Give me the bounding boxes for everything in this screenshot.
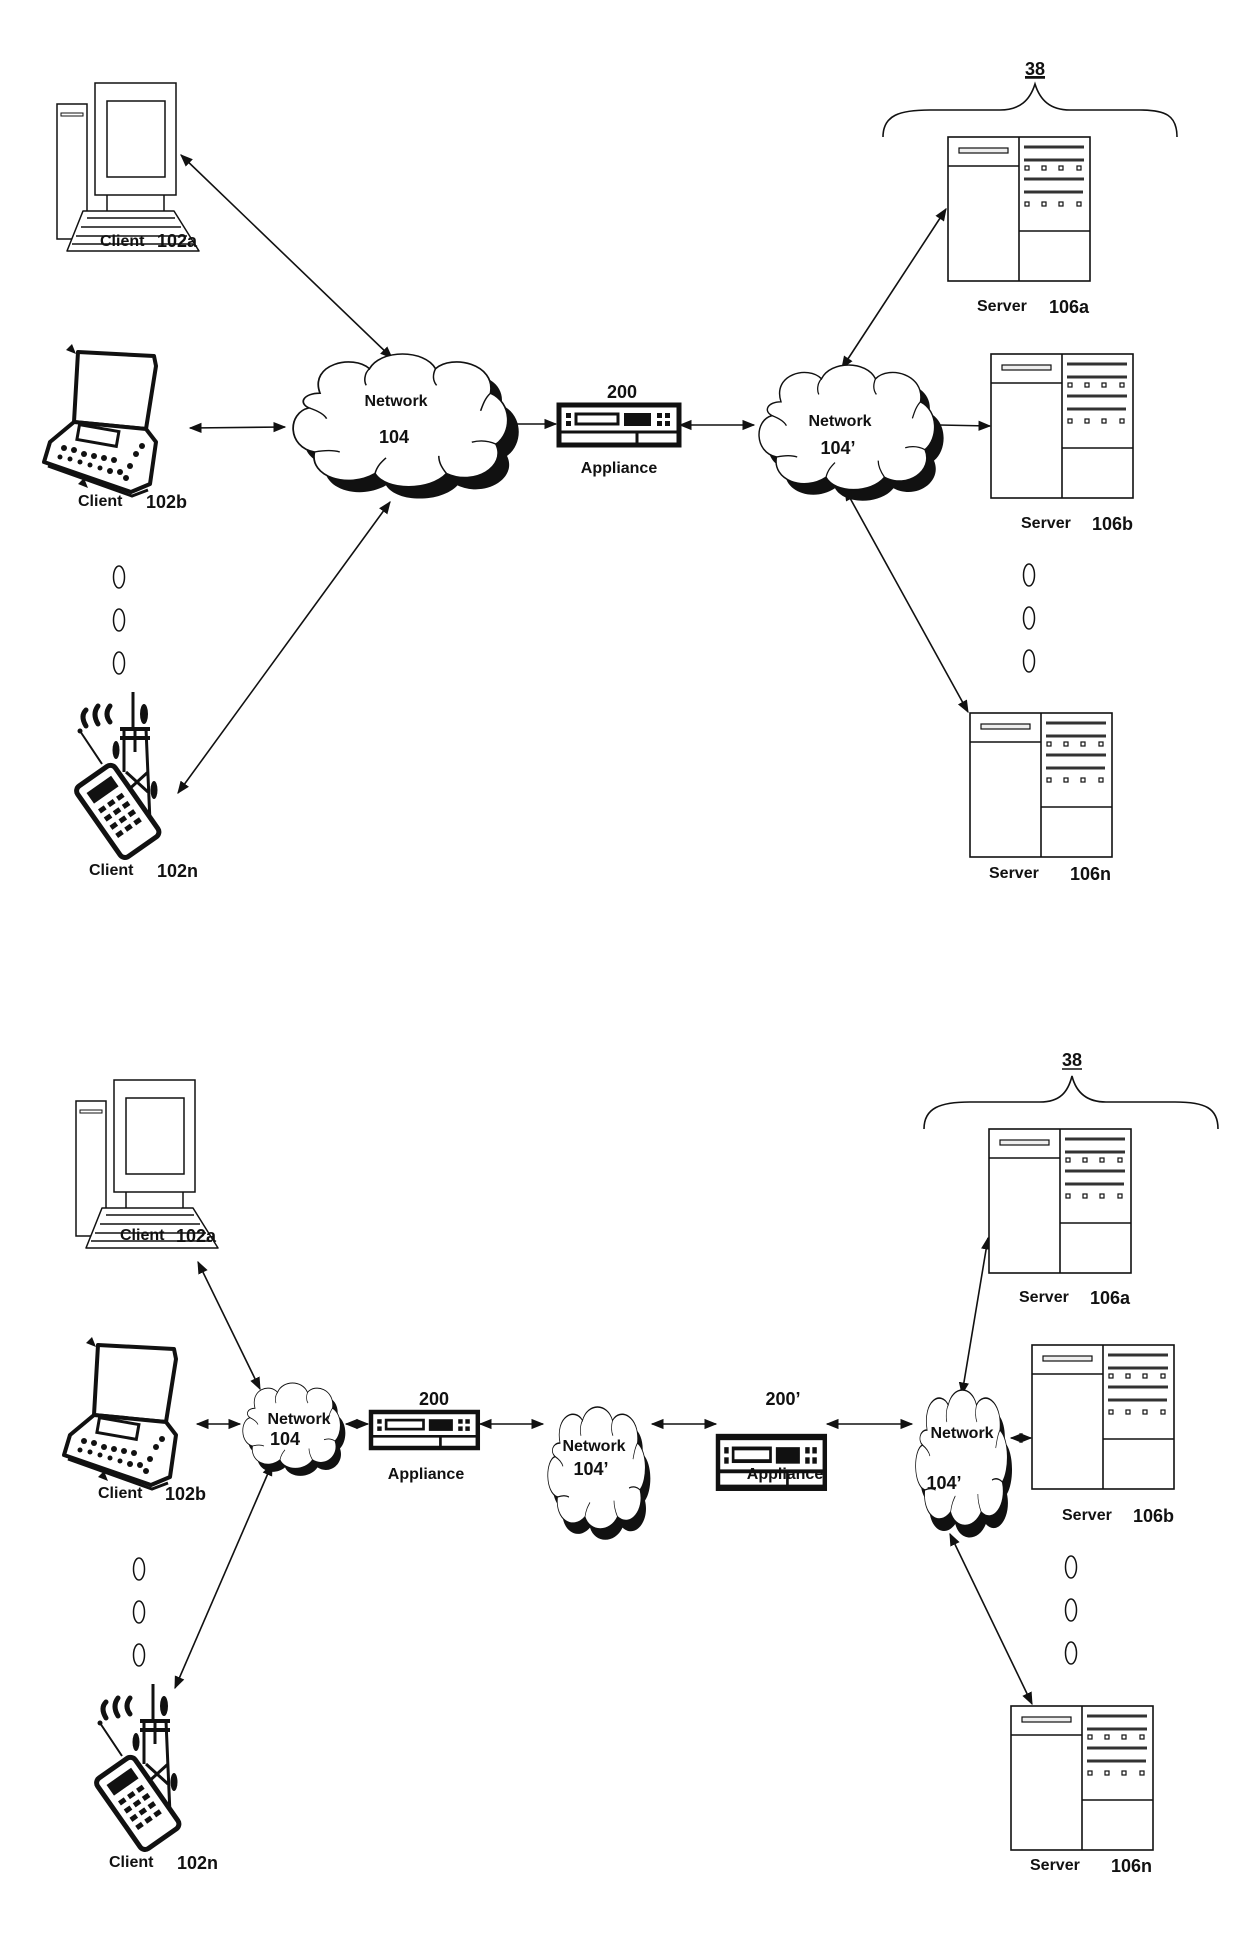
vertical-ellipsis-icon	[132, 1557, 146, 1667]
network-104-prime[interactable]: Network 104’	[758, 364, 945, 502]
client-ref: 102n	[177, 1853, 218, 1873]
desktop-computer-icon	[75, 1079, 219, 1249]
server-106a[interactable]: Server 106a	[987, 1127, 1133, 1308]
vertical-ellipsis-icon	[1022, 563, 1036, 673]
cloud-icon	[758, 364, 945, 502]
link-network-104p-server-106b	[938, 420, 992, 431]
server-ref: 106a	[1049, 297, 1090, 317]
client-label: Client	[100, 233, 145, 250]
link-client-102a-network-104	[197, 1260, 261, 1391]
client-ref: 102a	[157, 231, 198, 251]
server-ref: 106n	[1111, 1856, 1152, 1876]
appliance-ref: 200’	[765, 1389, 800, 1409]
server-ref: 106n	[1070, 864, 1111, 884]
cloud-icon	[914, 1389, 1013, 1539]
link-network-104p2-server-106n	[949, 1532, 1033, 1706]
server-icon	[1030, 1343, 1176, 1491]
appliance-icon	[371, 1412, 478, 1448]
group-brace	[882, 81, 1178, 138]
appliance-ref: 200	[419, 1389, 449, 1409]
server-106b[interactable]: Server 106b	[1030, 1343, 1176, 1526]
appliance-200[interactable]: 200 Appliance	[559, 382, 679, 477]
group-ref: 38	[1062, 1050, 1082, 1070]
link-client-102n-network-104	[177, 500, 391, 795]
appliance-label: Appliance	[581, 460, 658, 477]
appliance-icon	[559, 405, 679, 445]
server-106n[interactable]: Server 106n	[1009, 1704, 1155, 1876]
server-label: Server	[989, 865, 1039, 882]
network-ref: 104	[270, 1429, 300, 1449]
network-ref: 104’	[573, 1459, 608, 1479]
appliance-200[interactable]: 200 Appliance	[371, 1389, 478, 1483]
network-diagram: Client 102a Client 102b Client 102n Netw…	[42, 59, 1219, 1876]
mobile-phone-tower-icon	[74, 692, 161, 860]
appliance-label: Appliance	[747, 1466, 824, 1483]
appliance-label: Appliance	[388, 1466, 465, 1483]
server-ref: 106b	[1092, 514, 1133, 534]
vertical-ellipsis-icon	[1064, 1555, 1078, 1665]
link-client-102a-network-104	[180, 154, 393, 359]
server-label: Server	[1030, 1857, 1080, 1874]
group-ref: 38	[1025, 59, 1045, 79]
server-106b[interactable]: Server 106b	[989, 352, 1135, 534]
group-brace	[923, 1075, 1219, 1130]
mobile-phone-tower-icon	[94, 1684, 181, 1852]
network-104[interactable]: Network 104	[292, 353, 520, 500]
network-ref: 104	[379, 427, 409, 447]
link-network-104p-server-106a	[841, 207, 947, 370]
server-icon	[989, 352, 1135, 500]
client-102a[interactable]: Client 102a	[75, 1079, 219, 1249]
server-icon	[1009, 1704, 1155, 1852]
server-106a[interactable]: Server 106a	[946, 135, 1092, 317]
client-102n[interactable]: Client 102n	[74, 692, 198, 881]
server-label: Server	[1021, 515, 1071, 532]
client-label: Client	[98, 1485, 143, 1502]
network-label: Network	[808, 413, 871, 430]
client-ref: 102b	[146, 492, 187, 512]
laptop-icon	[62, 1335, 178, 1491]
server-ref: 106a	[1090, 1288, 1131, 1308]
appliance-200-prime[interactable]: 200’ Appliance	[718, 1389, 825, 1488]
network-104-prime-right[interactable]: Network 104’	[914, 1389, 1013, 1539]
link-client-102b-network-104	[188, 422, 287, 433]
client-label: Client	[109, 1854, 154, 1871]
client-label: Client	[89, 862, 134, 879]
server-icon	[968, 711, 1114, 859]
figure-bottom: Client 102a Client 102b Client 102n Netw…	[62, 1050, 1219, 1876]
network-label: Network	[562, 1438, 625, 1455]
server-icon	[987, 1127, 1133, 1275]
client-ref: 102a	[176, 1226, 217, 1246]
client-102b[interactable]: Client 102b	[42, 342, 187, 512]
client-102b[interactable]: Client 102b	[62, 1335, 206, 1504]
server-group-38: 38	[882, 59, 1178, 138]
client-label: Client	[78, 493, 123, 510]
server-label: Server	[1062, 1507, 1112, 1524]
server-icon	[946, 135, 1092, 283]
server-106n[interactable]: Server 106n	[968, 711, 1114, 884]
client-ref: 102n	[157, 861, 198, 881]
vertical-ellipsis-icon	[112, 565, 126, 675]
appliance-ref: 200	[607, 382, 637, 402]
network-104-prime-middle[interactable]: Network 104’	[547, 1406, 652, 1541]
server-label: Server	[977, 298, 1027, 315]
server-ref: 106b	[1133, 1506, 1174, 1526]
network-label: Network	[364, 393, 427, 410]
server-group-38: 38	[923, 1050, 1219, 1130]
network-label: Network	[267, 1411, 330, 1428]
desktop-computer-icon	[56, 82, 200, 252]
link-network-104p-server-106n	[844, 487, 969, 714]
client-102n[interactable]: Client 102n	[94, 1684, 218, 1873]
network-104[interactable]: Network 104	[242, 1382, 346, 1477]
figure-top: Client 102a Client 102b Client 102n Netw…	[42, 59, 1178, 884]
network-label: Network	[930, 1425, 993, 1442]
link-network-104p2-server-106a	[958, 1236, 992, 1396]
client-102a[interactable]: Client 102a	[56, 82, 200, 252]
client-ref: 102b	[165, 1484, 206, 1504]
laptop-icon	[42, 342, 158, 498]
network-ref: 104’	[820, 438, 855, 458]
network-ref: 104’	[926, 1473, 961, 1493]
client-label: Client	[120, 1227, 165, 1244]
server-label: Server	[1019, 1289, 1069, 1306]
